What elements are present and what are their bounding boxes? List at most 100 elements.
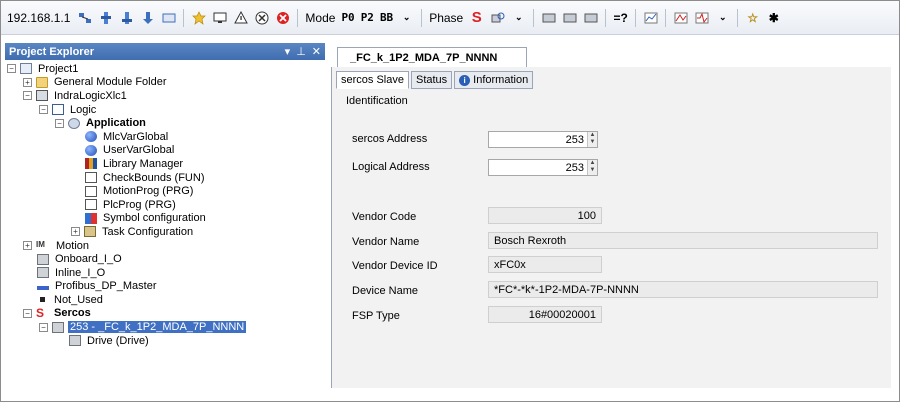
separator (605, 8, 607, 27)
separator (297, 8, 299, 27)
separator (533, 8, 535, 27)
task-configuration-icon (84, 226, 96, 238)
collapse-toggle-icon[interactable]: − (23, 91, 32, 101)
tree-item-profibus-dp-master[interactable]: Profibus_DP_Master (5, 280, 325, 294)
tree-item-plcprog[interactable]: PlcProg (PRG) (5, 198, 325, 212)
collapse-toggle-icon[interactable]: − (23, 308, 32, 318)
profibus-icon (37, 286, 49, 291)
spinner-buttons[interactable]: ▲ ▼ (587, 132, 597, 147)
monitor-icon[interactable] (211, 9, 228, 26)
tree-item-uservarglobal[interactable]: UserVarGlobal (5, 144, 325, 158)
expand-toggle-icon[interactable]: + (23, 77, 32, 87)
mode-p2-button[interactable]: P2 (361, 11, 374, 24)
separator (737, 8, 739, 27)
mode-p0-button[interactable]: P0 (341, 11, 354, 24)
spin-up-icon[interactable]: ▲ (588, 160, 597, 167)
expand-toggle-icon[interactable]: + (71, 227, 80, 237)
collapse-toggle-icon[interactable]: − (55, 118, 64, 128)
tab-information[interactable]: i Information (454, 71, 534, 89)
download-icon[interactable] (139, 9, 156, 26)
chart-icon[interactable] (642, 9, 659, 26)
library-icon (85, 158, 97, 170)
vendor-code-label: Vendor Code (352, 211, 417, 223)
warning-icon[interactable] (232, 9, 249, 26)
tree-item-label: Symbol configuration (103, 212, 206, 225)
drive-icon[interactable] (582, 9, 599, 26)
chevron-down-icon[interactable]: ⌄ (714, 9, 731, 26)
spin-up-icon[interactable]: ▲ (588, 132, 597, 139)
tree-item-motion[interactable]: + IM Motion (5, 239, 325, 253)
sercos-phase-icon[interactable]: S (468, 9, 485, 26)
tree-item-label: Project1 (38, 62, 79, 75)
logout-icon[interactable] (118, 9, 135, 26)
tree-item-motionprog[interactable]: MotionProg (PRG) (5, 184, 325, 198)
collapse-toggle-icon[interactable]: − (7, 64, 16, 74)
star-icon[interactable] (190, 9, 207, 26)
tree-item-sercos[interactable]: − S Sercos (5, 307, 325, 321)
fsp-type-label: FSP Type (352, 310, 400, 322)
vendor-code-field: 100 (488, 207, 602, 224)
favorites-icon[interactable]: ☆ (744, 9, 761, 26)
tree-item-mlcvarglobal[interactable]: MlcVarGlobal (5, 130, 325, 144)
cancel-icon[interactable] (253, 9, 270, 26)
tab-label: Information (473, 74, 529, 86)
spinner-buttons[interactable]: ▲ ▼ (587, 160, 597, 175)
tree-item-checkbounds[interactable]: CheckBounds (FUN) (5, 171, 325, 185)
logical-address-stepper[interactable]: 253 ▲ ▼ (488, 159, 598, 176)
spin-down-icon[interactable]: ▼ (588, 167, 597, 174)
logical-address-value[interactable]: 253 (489, 162, 587, 174)
program-icon (85, 199, 97, 211)
dropdown-icon[interactable]: ▾ (285, 45, 291, 58)
drive-icon[interactable] (561, 9, 578, 26)
tab-sercos-slave[interactable]: sercos Slave (336, 71, 409, 89)
chevron-down-icon[interactable]: ⌄ (510, 9, 527, 26)
tree-item-application[interactable]: − Application (5, 116, 325, 130)
network-icon[interactable] (76, 9, 93, 26)
tab-label: sercos Slave (341, 74, 404, 86)
oscilloscope-icon[interactable] (693, 9, 710, 26)
tree-item-task-configuration[interactable]: + Task Configuration (5, 225, 325, 239)
mode-bb-button[interactable]: BB (380, 11, 393, 24)
expand-toggle-icon[interactable]: + (23, 241, 32, 251)
tree-item-onboard-io[interactable]: Onboard_I_O (5, 252, 325, 266)
collapse-toggle-icon[interactable]: − (39, 322, 48, 332)
tree-item-indralogicxlc1[interactable]: − IndraLogicXlc1 (5, 89, 325, 103)
vendor-device-id-field: xFC0x (488, 256, 602, 273)
tree-item-label: MotionProg (PRG) (103, 185, 194, 198)
close-icon[interactable]: ✕ (312, 45, 321, 58)
sercos-address-value[interactable]: 253 (489, 134, 587, 146)
tree-item-sercos-slave-253[interactable]: − 253 - _FC_k_1P2_MDA_7P_NNNN (5, 320, 325, 334)
spin-down-icon[interactable]: ▼ (588, 139, 597, 146)
tree-item-library-manager[interactable]: Library Manager (5, 157, 325, 171)
pin-icon[interactable]: ⊥ (296, 45, 306, 58)
tree-item-label: Onboard_I_O (55, 253, 122, 266)
phase-label: Phase (429, 10, 464, 25)
reset-error-icon[interactable] (274, 9, 291, 26)
tree-item-project1[interactable]: − Project1 (5, 62, 325, 76)
sercos-slave-panel: Identification sercos Address 253 ▲ ▼ Lo… (336, 89, 888, 379)
online-config-icon[interactable] (160, 9, 177, 26)
trace-icon[interactable] (672, 9, 689, 26)
scan-icon[interactable] (489, 9, 506, 26)
tree-item-label: General Module Folder (54, 76, 167, 89)
symbol-configuration-icon (85, 212, 97, 224)
tree-item-general-module-folder[interactable]: + General Module Folder (5, 76, 325, 90)
tree-item-logic[interactable]: − Logic (5, 103, 325, 117)
tab-status[interactable]: Status (410, 71, 453, 89)
tool-icon[interactable]: ✱ (765, 9, 782, 26)
io-device-icon (37, 253, 49, 265)
chevron-down-icon[interactable]: ⌄ (398, 9, 415, 26)
help-icon[interactable]: =? (612, 9, 629, 26)
tree-item-symbol-configuration[interactable]: Symbol configuration (5, 212, 325, 226)
drive-icon[interactable] (540, 9, 557, 26)
fsp-type-value: 16#00020001 (528, 308, 596, 321)
collapse-toggle-icon[interactable]: − (39, 105, 48, 115)
vendor-device-id-label: Vendor Device ID (352, 260, 438, 272)
sercos-address-stepper[interactable]: 253 ▲ ▼ (488, 131, 598, 148)
login-icon[interactable] (97, 9, 114, 26)
tree-item-inline-io[interactable]: Inline_I_O (5, 266, 325, 280)
tree-item-not-used[interactable]: Not_Used (5, 293, 325, 307)
tree-item-label: Sercos (54, 307, 91, 320)
tree-item-drive[interactable]: Drive (Drive) (5, 334, 325, 348)
document-tab[interactable]: _FC_k_1P2_MDA_7P_NNNN (337, 47, 527, 67)
